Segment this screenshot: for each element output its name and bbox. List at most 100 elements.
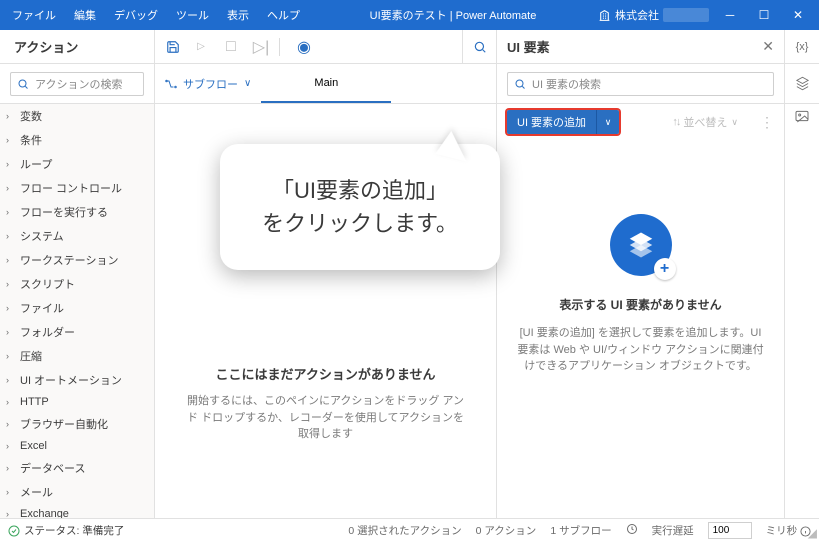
canvas-empty-body: 開始するには、このペインにアクションをドラッグ アンド ドロップするか、レコーダ… <box>155 393 496 443</box>
menu-debug[interactable]: デバッグ <box>106 3 166 27</box>
category-system[interactable]: ›システム <box>0 224 154 248</box>
window-close-button[interactable]: ✕ <box>781 0 815 30</box>
search-icon <box>514 78 526 90</box>
secondary-row: アクションの検索 サブフロー ∨ Main UI 要素の検索 <box>0 64 819 104</box>
actions-panel-header: アクション <box>0 30 155 63</box>
window-maximize-button[interactable]: ☐ <box>747 0 781 30</box>
category-mail[interactable]: ›メール <box>0 480 154 504</box>
variables-rail-button[interactable]: {x} <box>785 30 819 63</box>
run-button[interactable]: ▷ <box>189 35 213 59</box>
tutorial-callout: 「UI要素の追加」 をクリックします。 <box>220 144 500 270</box>
ui-empty-body: [UI 要素の追加] を選択して要素を追加します。UI 要素は Web や UI… <box>515 325 766 375</box>
status-action-count: 0 アクション <box>476 523 537 538</box>
top-strip: アクション ▷ □ ▷| ◉ UI 要素 ✕ {x} <box>0 30 819 64</box>
body: ›変数 ›条件 ›ループ ›フロー コントロール ›フローを実行する ›システム… <box>0 104 819 518</box>
subflow-icon <box>165 78 177 90</box>
toolbar-separator <box>279 38 280 56</box>
canvas-search-button[interactable] <box>462 30 496 64</box>
category-loops[interactable]: ›ループ <box>0 152 154 176</box>
category-file[interactable]: ›ファイル <box>0 296 154 320</box>
canvas[interactable]: 「UI要素の追加」 をクリックします。 ここにはまだアクションがありません 開始… <box>155 104 497 518</box>
subflow-dropdown[interactable]: サブフロー ∨ <box>155 70 261 98</box>
category-database[interactable]: ›データベース <box>0 456 154 480</box>
subflow-tabs: サブフロー ∨ Main <box>155 64 497 103</box>
ui-empty-state: + 表示する UI 要素がありません [UI 要素の追加] を選択して要素を追加… <box>497 214 784 375</box>
add-ui-element-dropdown[interactable]: ∨ <box>597 110 619 134</box>
status-bar: ステータス: 準備完了 0 選択されたアクション 0 アクション 1 サブフロー… <box>0 518 819 542</box>
category-flow-control[interactable]: ›フロー コントロール <box>0 176 154 200</box>
images-rail-button[interactable] <box>794 108 810 124</box>
menu-edit[interactable]: 編集 <box>66 3 104 27</box>
chevron-down-icon: ∨ <box>731 117 738 128</box>
category-ui-automation[interactable]: ›UI オートメーション <box>0 368 154 392</box>
title-bar: ファイル 編集 デバッグ ツール 表示 ヘルプ UI要素のテスト | Power… <box>0 0 819 30</box>
status-selected-actions: 0 選択されたアクション <box>348 523 461 538</box>
layers-rail-button-wrap <box>785 64 819 103</box>
menu-view[interactable]: 表示 <box>219 3 257 27</box>
menu-tools[interactable]: ツール <box>168 3 217 27</box>
category-compress[interactable]: ›圧縮 <box>0 344 154 368</box>
category-excel[interactable]: ›Excel <box>0 436 154 456</box>
ui-search-placeholder: UI 要素の検索 <box>532 76 601 92</box>
category-http[interactable]: ›HTTP <box>0 392 154 412</box>
category-browser[interactable]: ›ブラウザー自動化 <box>0 412 154 436</box>
category-script[interactable]: ›スクリプト <box>0 272 154 296</box>
ui-panel-title: UI 要素 <box>507 37 550 56</box>
subflow-label: サブフロー <box>183 76 238 92</box>
ui-panel-header: UI 要素 ✕ <box>497 30 785 63</box>
right-rail <box>785 104 819 518</box>
category-workstation[interactable]: ›ワークステーション <box>0 248 154 272</box>
save-button[interactable] <box>161 35 185 59</box>
add-ui-element-label: UI 要素の追加 <box>507 110 596 134</box>
resize-grip[interactable]: ◢ <box>808 526 817 540</box>
window-title: UI要素のテスト | Power Automate <box>308 7 598 23</box>
callout-line2: をクリックします。 <box>242 207 478 240</box>
actions-search-placeholder: アクションの検索 <box>35 76 122 92</box>
org-label: 株式会社 <box>615 7 659 23</box>
ui-empty-icon: + <box>610 214 672 276</box>
ui-elements-panel: UI 要素の追加 ∨ ↑↓ 並べ替え ∨ ⋮ + 表示する UI 要素がありませ… <box>497 104 785 518</box>
plus-badge-icon: + <box>654 258 676 280</box>
callout-line1: 「UI要素の追加」 <box>242 174 478 207</box>
window-minimize-button[interactable]: ─ <box>713 0 747 30</box>
category-exchange[interactable]: ›Exchange <box>0 504 154 518</box>
side-rail-top: {x} <box>785 30 819 63</box>
tab-main[interactable]: Main <box>261 64 391 103</box>
category-run-flow[interactable]: ›フローを実行する <box>0 200 154 224</box>
canvas-empty-state: ここにはまだアクションがありません 開始するには、このペインにアクションをドラッ… <box>155 364 496 443</box>
category-conditions[interactable]: ›条件 <box>0 128 154 152</box>
layers-rail-button[interactable] <box>795 76 810 91</box>
status-subflow-count: 1 サブフロー <box>550 523 611 538</box>
category-variables[interactable]: ›変数 <box>0 104 154 128</box>
delay-icon <box>626 523 638 538</box>
status-delay-label: 実行遅延 <box>652 523 694 538</box>
actions-search-input[interactable]: アクションの検索 <box>10 72 144 96</box>
actions-tree[interactable]: ›変数 ›条件 ›ループ ›フロー コントロール ›フローを実行する ›システム… <box>0 104 155 518</box>
org-selector[interactable]: 株式会社 <box>598 7 709 23</box>
menu-file[interactable]: ファイル <box>4 3 64 27</box>
canvas-empty-title: ここにはまだアクションがありません <box>155 364 496 383</box>
menu-help[interactable]: ヘルプ <box>259 3 308 27</box>
ui-empty-title: 表示する UI 要素がありません <box>515 296 766 313</box>
status-ready: ステータス: 準備完了 <box>8 523 124 538</box>
actions-panel-title: アクション <box>14 37 78 56</box>
ui-panel-close-button[interactable]: ✕ <box>762 38 774 55</box>
ui-search-wrap: UI 要素の検索 <box>497 64 785 103</box>
search-icon <box>17 78 29 90</box>
stop-button[interactable]: □ <box>219 35 243 59</box>
category-folder[interactable]: ›フォルダー <box>0 320 154 344</box>
org-icon <box>598 9 611 22</box>
status-delay-unit: ミリ秒 <box>766 523 811 538</box>
actions-search-wrap: アクションの検索 <box>0 64 155 103</box>
menu-bar: ファイル 編集 デバッグ ツール 表示 ヘルプ <box>4 3 308 27</box>
more-button[interactable]: ⋮ <box>760 114 774 131</box>
delay-input[interactable] <box>708 522 752 539</box>
record-button[interactable]: ◉ <box>292 35 316 59</box>
add-ui-element-button[interactable]: UI 要素の追加 ∨ <box>507 110 619 134</box>
canvas-toolbar: ▷ □ ▷| ◉ <box>155 30 497 63</box>
ui-search-input[interactable]: UI 要素の検索 <box>507 72 774 96</box>
step-button[interactable]: ▷| <box>249 35 273 59</box>
sort-label: 並べ替え <box>683 114 727 130</box>
sort-button[interactable]: ↑↓ 並べ替え ∨ <box>672 114 738 130</box>
ui-panel-toolbar: UI 要素の追加 ∨ ↑↓ 並べ替え ∨ ⋮ <box>497 104 784 140</box>
